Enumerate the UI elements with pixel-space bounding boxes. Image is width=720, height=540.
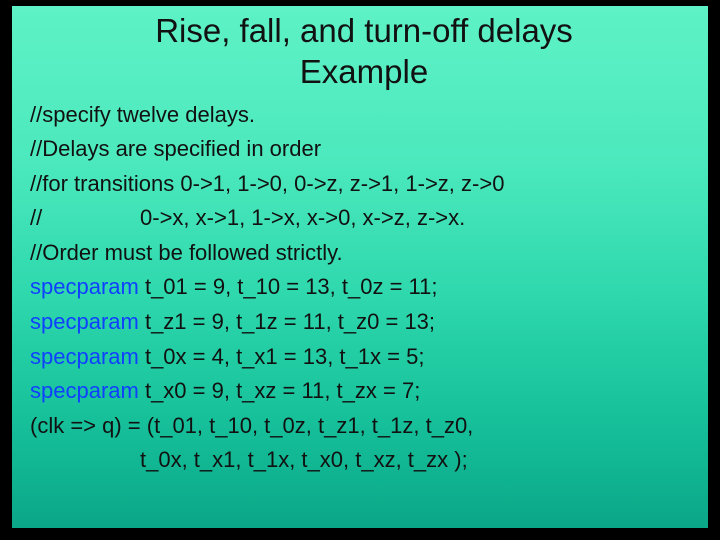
title-line-2: Example	[300, 53, 428, 90]
specparam-values: t_0x = 4, t_x1 = 13, t_1x = 5;	[139, 344, 425, 369]
comment-line: //Order must be followed strictly.	[30, 239, 698, 268]
comment-line: //Delays are specified in order	[30, 135, 698, 164]
slide-title: Rise, fall, and turn-off delays Example	[30, 10, 698, 93]
slide-frame: Rise, fall, and turn-off delays Example …	[0, 0, 720, 540]
comment-line: // 0->x, x->1, 1->x, x->0, x->z, z->x.	[30, 204, 698, 233]
assign-line-cont: t_0x, t_x1, t_1x, t_x0, t_xz, t_zx );	[30, 446, 698, 475]
specparam-line: specparam t_01 = 9, t_10 = 13, t_0z = 11…	[30, 273, 698, 302]
specparam-values: t_x0 = 9, t_xz = 11, t_zx = 7;	[139, 378, 420, 403]
specparam-line: specparam t_z1 = 9, t_1z = 11, t_z0 = 13…	[30, 308, 698, 337]
assign-line: (clk => q) = (t_01, t_10, t_0z, t_z1, t_…	[30, 412, 698, 441]
specparam-line: specparam t_x0 = 9, t_xz = 11, t_zx = 7;	[30, 377, 698, 406]
title-line-1: Rise, fall, and turn-off delays	[155, 12, 573, 49]
comment-line: //for transitions 0->1, 1->0, 0->z, z->1…	[30, 170, 698, 199]
specparam-values: t_01 = 9, t_10 = 13, t_0z = 11;	[139, 274, 438, 299]
specparam-values: t_z1 = 9, t_1z = 11, t_z0 = 13;	[139, 309, 435, 334]
keyword-specparam: specparam	[30, 344, 139, 369]
comment-line: //specify twelve delays.	[30, 101, 698, 130]
keyword-specparam: specparam	[30, 378, 139, 403]
keyword-specparam: specparam	[30, 309, 139, 334]
specparam-line: specparam t_0x = 4, t_x1 = 13, t_1x = 5;	[30, 343, 698, 372]
slide: Rise, fall, and turn-off delays Example …	[12, 6, 708, 528]
slide-body: //specify twelve delays. //Delays are sp…	[30, 101, 698, 476]
keyword-specparam: specparam	[30, 274, 139, 299]
